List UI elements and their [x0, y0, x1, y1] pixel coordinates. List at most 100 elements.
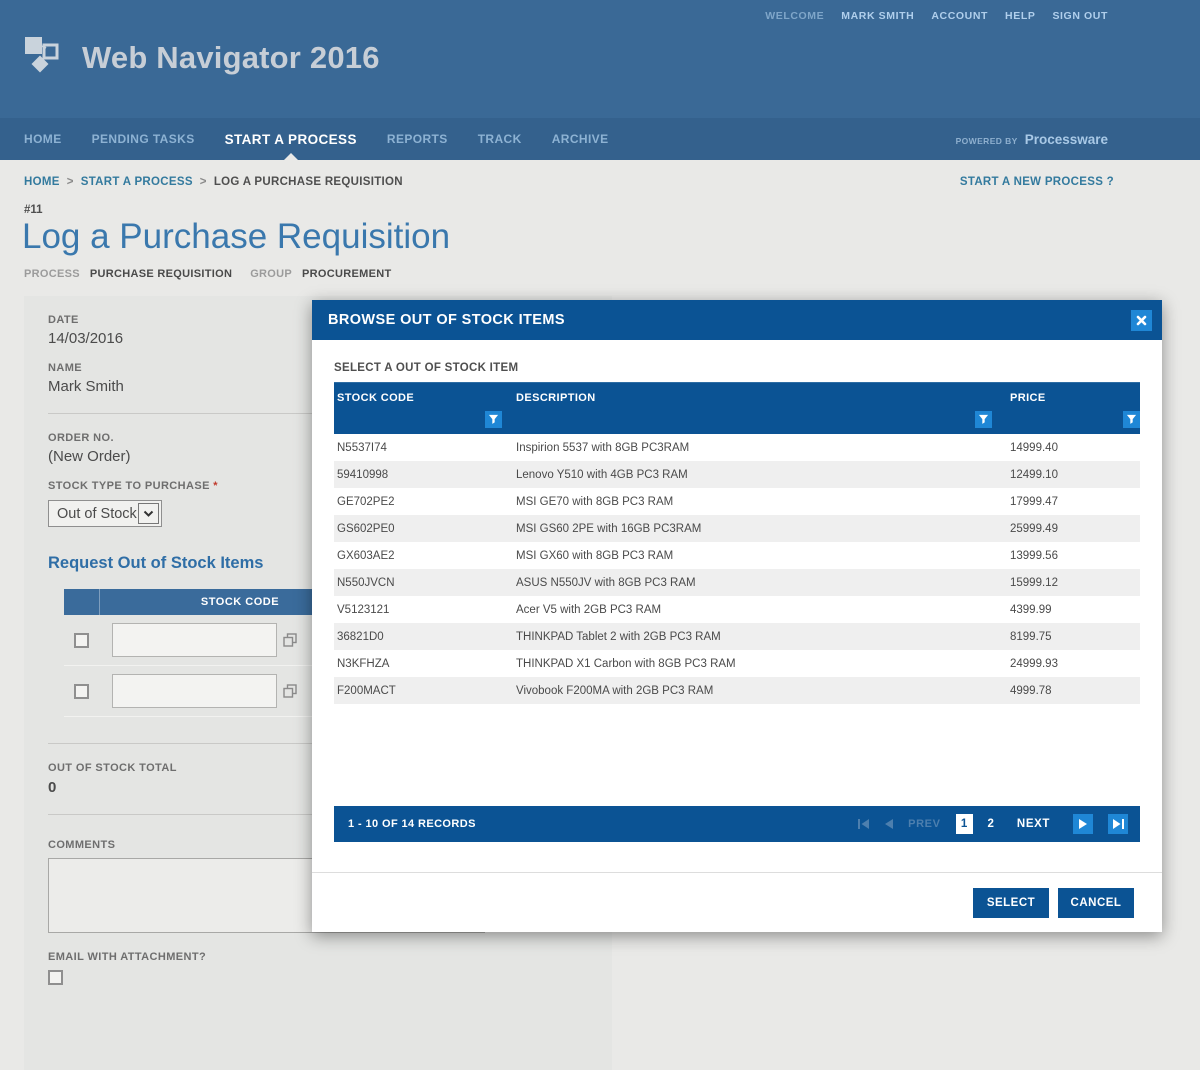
column-header-stock-code: STOCK CODE	[334, 383, 510, 434]
page-2[interactable]: 2	[988, 818, 994, 830]
process-label: PROCESS	[24, 268, 80, 280]
stock-type-label-text: STOCK TYPE TO PURCHASE	[48, 480, 210, 492]
nav-item-home[interactable]: HOME	[24, 132, 62, 146]
row-checkbox[interactable]	[74, 633, 89, 648]
powered-by-brand: Processware	[1025, 132, 1108, 147]
stock-code-input[interactable]	[112, 623, 277, 657]
nav-item-reports[interactable]: REPORTS	[387, 132, 448, 146]
cell-description: MSI GS60 2PE with 16GB PC3RAM	[510, 523, 1000, 535]
cell-stock-code: N550JVCN	[334, 577, 510, 589]
table-row[interactable]: 59410998 Lenovo Y510 with 4GB PC3 RAM 12…	[334, 461, 1140, 488]
records-count: 1 - 10 OF 14 RECORDS	[348, 818, 476, 830]
table-header: STOCK CODE DESCRIPTION PRICE	[334, 382, 1140, 434]
table-row[interactable]: N3KFHZA THINKPAD X1 Carbon with 8GB PC3 …	[334, 650, 1140, 677]
cell-description: MSI GE70 with 8GB PC3 RAM	[510, 496, 1000, 508]
email-attachment-checkbox[interactable]	[48, 970, 63, 985]
cell-price: 15999.12	[1000, 577, 1140, 589]
account-link[interactable]: ACCOUNT	[931, 10, 988, 22]
column-label: STOCK CODE	[337, 392, 414, 404]
modal-body: SELECT A OUT OF STOCK ITEM STOCK CODE DE…	[312, 340, 1162, 872]
breadcrumb: HOME > START A PROCESS > LOG A PURCHASE …	[0, 160, 1200, 188]
cell-stock-code: N3KFHZA	[334, 658, 510, 670]
cell-description: Vivobook F200MA with 2GB PC3 RAM	[510, 685, 1000, 697]
page-1-current[interactable]: 1	[956, 814, 973, 834]
breadcrumb-separator: >	[60, 176, 81, 188]
welcome-label: WELCOME	[765, 10, 824, 22]
select-button[interactable]: SELECT	[973, 888, 1049, 918]
cell-price: 13999.56	[1000, 550, 1140, 562]
cell-price: 4999.78	[1000, 685, 1140, 697]
stock-type-selected-value: Out of Stock	[57, 506, 137, 522]
close-icon[interactable]	[1131, 310, 1152, 331]
cell-stock-code: GS602PE0	[334, 523, 510, 535]
first-page-icon[interactable]	[858, 819, 870, 829]
active-tab-notch	[282, 153, 300, 162]
table-row[interactable]: V5123121 Acer V5 with 2GB PC3 RAM 4399.9…	[334, 596, 1140, 623]
cell-stock-code: N5537I74	[334, 442, 510, 454]
sign-out-link[interactable]: SIGN OUT	[1052, 10, 1108, 22]
column-header-price: PRICE	[1000, 383, 1140, 434]
browse-lookup-icon[interactable]	[283, 633, 297, 647]
cell-description: Inspirion 5537 with 8GB PC3RAM	[510, 442, 1000, 454]
filter-icon[interactable]	[975, 411, 992, 428]
table-body: N5537I74 Inspirion 5537 with 8GB PC3RAM …	[334, 434, 1140, 704]
prev-page-icon[interactable]	[885, 819, 893, 829]
breadcrumb-separator: >	[193, 176, 214, 188]
cell-price: 12499.10	[1000, 469, 1140, 481]
nav-item-label: START A PROCESS	[225, 132, 357, 147]
app-logo-icon	[22, 34, 68, 81]
column-label: PRICE	[1010, 392, 1046, 404]
cell-price: 25999.49	[1000, 523, 1140, 535]
cell-price: 17999.47	[1000, 496, 1140, 508]
last-page-icon[interactable]	[1108, 814, 1128, 834]
cell-price: 8199.75	[1000, 631, 1140, 643]
table-row[interactable]: N5537I74 Inspirion 5537 with 8GB PC3RAM …	[334, 434, 1140, 461]
case-number: #11	[24, 204, 1200, 216]
breadcrumb-start-a-process[interactable]: START A PROCESS	[81, 176, 193, 188]
stock-type-select[interactable]: Out of Stock	[48, 500, 162, 527]
table-row[interactable]: GE702PE2 MSI GE70 with 8GB PC3 RAM 17999…	[334, 488, 1140, 515]
stock-code-input[interactable]	[112, 674, 277, 708]
main-nav: HOME PENDING TASKS START A PROCESS REPOR…	[0, 118, 1200, 160]
filter-icon[interactable]	[1123, 411, 1140, 428]
browse-lookup-icon[interactable]	[283, 684, 297, 698]
nav-item-pending-tasks[interactable]: PENDING TASKS	[92, 132, 195, 146]
cell-stock-code: GE702PE2	[334, 496, 510, 508]
filter-icon[interactable]	[485, 411, 502, 428]
required-asterisk: *	[213, 480, 218, 492]
pagination-bar: 1 - 10 OF 14 RECORDS PREV 1 2 NEXT	[334, 806, 1140, 842]
help-link[interactable]: HELP	[1005, 10, 1035, 22]
page-title: Log a Purchase Requisition	[22, 217, 1200, 257]
table-row[interactable]: GX603AE2 MSI GX60 with 8GB PC3 RAM 13999…	[334, 542, 1140, 569]
cell-description: Lenovo Y510 with 4GB PC3 RAM	[510, 469, 1000, 481]
chevron-down-icon	[138, 503, 159, 524]
nav-item-track[interactable]: TRACK	[478, 132, 522, 146]
prev-button[interactable]: PREV	[908, 818, 940, 830]
user-menu: WELCOME MARK SMITH ACCOUNT HELP SIGN OUT	[765, 10, 1108, 22]
process-value: PURCHASE REQUISITION	[90, 268, 232, 280]
cancel-button[interactable]: CANCEL	[1058, 888, 1134, 918]
table-row[interactable]: N550JVCN ASUS N550JV with 8GB PC3 RAM 15…	[334, 569, 1140, 596]
group-label: GROUP	[250, 268, 292, 280]
nav-item-start-a-process[interactable]: START A PROCESS	[225, 132, 357, 147]
nav-item-archive[interactable]: ARCHIVE	[552, 132, 609, 146]
modal-title: BROWSE OUT OF STOCK ITEMS	[328, 312, 565, 328]
page-meta: PROCESS PURCHASE REQUISITION GROUP PROCU…	[24, 268, 1200, 280]
table-row[interactable]: GS602PE0 MSI GS60 2PE with 16GB PC3RAM 2…	[334, 515, 1140, 542]
email-attachment-label: EMAIL WITH ATTACHMENT?	[48, 951, 588, 963]
user-name-link[interactable]: MARK SMITH	[841, 10, 914, 22]
screen: WELCOME MARK SMITH ACCOUNT HELP SIGN OUT…	[0, 0, 1200, 1070]
table-row[interactable]: F200MACT Vivobook F200MA with 2GB PC3 RA…	[334, 677, 1140, 704]
start-new-process-link[interactable]: START A NEW PROCESS ?	[960, 176, 1114, 188]
table-row[interactable]: 36821D0 THINKPAD Tablet 2 with 2GB PC3 R…	[334, 623, 1140, 650]
cell-stock-code: V5123121	[334, 604, 510, 616]
app-header: WELCOME MARK SMITH ACCOUNT HELP SIGN OUT…	[0, 0, 1200, 118]
column-header-description: DESCRIPTION	[510, 383, 1000, 434]
cell-stock-code: F200MACT	[334, 685, 510, 697]
modal-footer: SELECT CANCEL	[312, 872, 1162, 932]
app-title: Web Navigator 2016	[82, 40, 380, 76]
row-checkbox[interactable]	[74, 684, 89, 699]
next-button[interactable]: NEXT	[1017, 818, 1050, 830]
next-page-icon[interactable]	[1073, 814, 1093, 834]
breadcrumb-home[interactable]: HOME	[24, 176, 60, 188]
